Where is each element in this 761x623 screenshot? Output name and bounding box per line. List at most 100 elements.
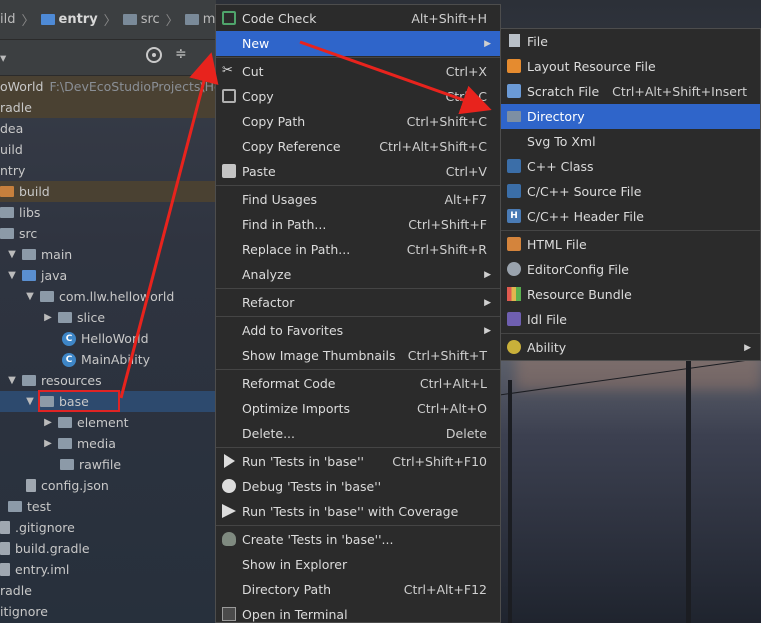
- menu-label: Find in Path...: [242, 217, 327, 232]
- breadcrumb-item-project[interactable]: ild: [0, 12, 15, 27]
- tree-row[interactable]: uild: [0, 139, 216, 160]
- blank-icon: [507, 134, 521, 148]
- tree-label: build.gradle: [15, 541, 90, 556]
- collapse-all-icon[interactable]: ≑: [175, 46, 187, 62]
- menu-item-code-check[interactable]: Code Check Alt+Shift+H: [216, 6, 500, 31]
- tree-row[interactable]: entry.iml: [0, 559, 216, 580]
- menu-label: Directory Path: [242, 582, 332, 597]
- submenu-item-directory[interactable]: Directory: [501, 104, 760, 129]
- tree-label: itignore: [0, 604, 48, 619]
- tree-row[interactable]: ▶ media: [0, 433, 216, 454]
- submenu-item-resource-bundle[interactable]: Resource Bundle: [501, 282, 760, 307]
- tree-row[interactable]: ▼ java: [0, 265, 216, 286]
- menu-item-find-usages[interactable]: Find Usages Alt+F7: [216, 187, 500, 212]
- tree-row[interactable]: rawfile: [0, 454, 216, 475]
- submenu-item-scratch-file[interactable]: Scratch File Ctrl+Alt+Shift+Insert: [501, 79, 760, 104]
- submenu-item-file[interactable]: File: [501, 29, 760, 54]
- tree-row[interactable]: build: [0, 181, 216, 202]
- chevron-down-icon[interactable]: ▼: [6, 270, 18, 281]
- menu-label: C/C++ Header File: [527, 209, 644, 224]
- chevron-right-icon[interactable]: ▶: [42, 312, 54, 323]
- menu-item-run-with-coverage[interactable]: Run 'Tests in 'base'' with Coverage: [216, 499, 500, 524]
- menu-shortcut: Ctrl+Alt+L: [419, 376, 487, 391]
- locate-target-icon[interactable]: [146, 47, 162, 63]
- layout-file-icon: [507, 59, 521, 73]
- breadcrumb-item-entry[interactable]: entry: [40, 12, 98, 27]
- menu-item-debug-tests[interactable]: Debug 'Tests in 'base'': [216, 474, 500, 499]
- tree-row[interactable]: C HelloWorld: [0, 328, 216, 349]
- tree-row[interactable]: ntry: [0, 160, 216, 181]
- tree-row[interactable]: test: [0, 496, 216, 517]
- submenu-item-ability[interactable]: Ability ▶: [501, 335, 760, 360]
- menu-label: Paste: [242, 164, 276, 179]
- menu-item-new[interactable]: New ▶: [216, 31, 500, 56]
- submenu-item-editorconfig-file[interactable]: EditorConfig File: [501, 257, 760, 282]
- tree-row-root[interactable]: oWorld F:\DevEcoStudioProjects\Hell: [0, 76, 216, 97]
- menu-shortcut: Ctrl+C: [445, 89, 487, 104]
- submenu-item-cpp-header-file[interactable]: H C/C++ Header File: [501, 204, 760, 229]
- menu-shortcut: Ctrl+Alt+Shift+Insert: [612, 84, 747, 99]
- project-panel: ild 〉 entry 〉 src 〉 main 〉 ▾ ≑ oWorld F:…: [0, 0, 216, 623]
- submenu-item-idl-file[interactable]: Idl File: [501, 307, 760, 332]
- tree-label: rawfile: [79, 457, 122, 472]
- tree-row[interactable]: ▶ element: [0, 412, 216, 433]
- menu-item-copy-path[interactable]: Copy Path Ctrl+Shift+C: [216, 109, 500, 134]
- turtle-icon: [222, 532, 236, 546]
- chevron-down-icon[interactable]: ▼: [6, 375, 18, 386]
- tree-row[interactable]: radle: [0, 97, 216, 118]
- tree-row[interactable]: radle: [0, 580, 216, 601]
- submenu-item-layout-resource-file[interactable]: Layout Resource File: [501, 54, 760, 79]
- tree-label: dea: [0, 121, 24, 136]
- menu-item-reformat-code[interactable]: Reformat Code Ctrl+Alt+L: [216, 371, 500, 396]
- tree-row[interactable]: dea: [0, 118, 216, 139]
- submenu-item-svg-to-xml[interactable]: Svg To Xml: [501, 129, 760, 154]
- chevron-down-icon[interactable]: ▼: [24, 291, 36, 302]
- submenu-arrow-icon: ▶: [744, 342, 751, 353]
- breadcrumb-item-main[interactable]: main: [184, 12, 216, 27]
- menu-item-refactor[interactable]: Refactor ▶: [216, 290, 500, 315]
- breadcrumb-item-src[interactable]: src: [122, 12, 160, 27]
- menu-item-copy[interactable]: Copy Ctrl+C: [216, 84, 500, 109]
- menu-item-copy-reference[interactable]: Copy Reference Ctrl+Alt+Shift+C: [216, 134, 500, 159]
- menu-label: Copy Reference: [242, 139, 341, 154]
- menu-item-run-tests[interactable]: Run 'Tests in 'base'' Ctrl+Shift+F10: [216, 449, 500, 474]
- menu-item-replace-in-path[interactable]: Replace in Path... Ctrl+Shift+R: [216, 237, 500, 262]
- submenu-item-html-file[interactable]: HTML File: [501, 232, 760, 257]
- submenu-item-cpp-source-file[interactable]: C/C++ Source File: [501, 179, 760, 204]
- menu-item-open-in-terminal[interactable]: Open in Terminal: [216, 602, 500, 623]
- coverage-icon: [222, 504, 236, 518]
- tree-row[interactable]: src: [0, 223, 216, 244]
- menu-item-directory-path[interactable]: Directory Path Ctrl+Alt+F12: [216, 577, 500, 602]
- tree-row[interactable]: ▼ resources: [0, 370, 216, 391]
- menu-item-show-image-thumbnails[interactable]: Show Image Thumbnails Ctrl+Shift+T: [216, 343, 500, 368]
- folder-icon: [0, 228, 14, 239]
- tree-row[interactable]: C MainAbility: [0, 349, 216, 370]
- menu-item-delete[interactable]: Delete... Delete: [216, 421, 500, 446]
- chevron-down-icon[interactable]: ▼: [6, 249, 18, 260]
- menu-label: File: [527, 34, 548, 49]
- tree-row[interactable]: .gitignore: [0, 517, 216, 538]
- tree-row[interactable]: ▼ main: [0, 244, 216, 265]
- menu-item-paste[interactable]: Paste Ctrl+V: [216, 159, 500, 184]
- menu-item-add-to-favorites[interactable]: Add to Favorites ▶: [216, 318, 500, 343]
- tree-row[interactable]: ▼ com.llw.helloworld: [0, 286, 216, 307]
- menu-item-analyze[interactable]: Analyze ▶: [216, 262, 500, 287]
- menu-shortcut: Alt+Shift+H: [411, 11, 487, 26]
- scratch-file-icon: [507, 84, 521, 98]
- tree-row[interactable]: config.json: [0, 475, 216, 496]
- dropdown-caret-icon[interactable]: ▾: [0, 50, 6, 65]
- menu-item-show-in-explorer[interactable]: Show in Explorer: [216, 552, 500, 577]
- chevron-down-icon[interactable]: ▼: [24, 396, 36, 407]
- menu-label: Ability: [527, 340, 567, 355]
- menu-item-cut[interactable]: ✂ Cut Ctrl+X: [216, 59, 500, 84]
- tree-row[interactable]: itignore: [0, 601, 216, 622]
- tree-row[interactable]: libs: [0, 202, 216, 223]
- chevron-right-icon[interactable]: ▶: [42, 438, 54, 449]
- menu-item-optimize-imports[interactable]: Optimize Imports Ctrl+Alt+O: [216, 396, 500, 421]
- submenu-item-cpp-class[interactable]: C++ Class: [501, 154, 760, 179]
- menu-item-find-in-path[interactable]: Find in Path... Ctrl+Shift+F: [216, 212, 500, 237]
- chevron-right-icon[interactable]: ▶: [42, 417, 54, 428]
- menu-item-create-tests[interactable]: Create 'Tests in 'base''...: [216, 527, 500, 552]
- tree-row[interactable]: build.gradle: [0, 538, 216, 559]
- tree-row[interactable]: ▶ slice: [0, 307, 216, 328]
